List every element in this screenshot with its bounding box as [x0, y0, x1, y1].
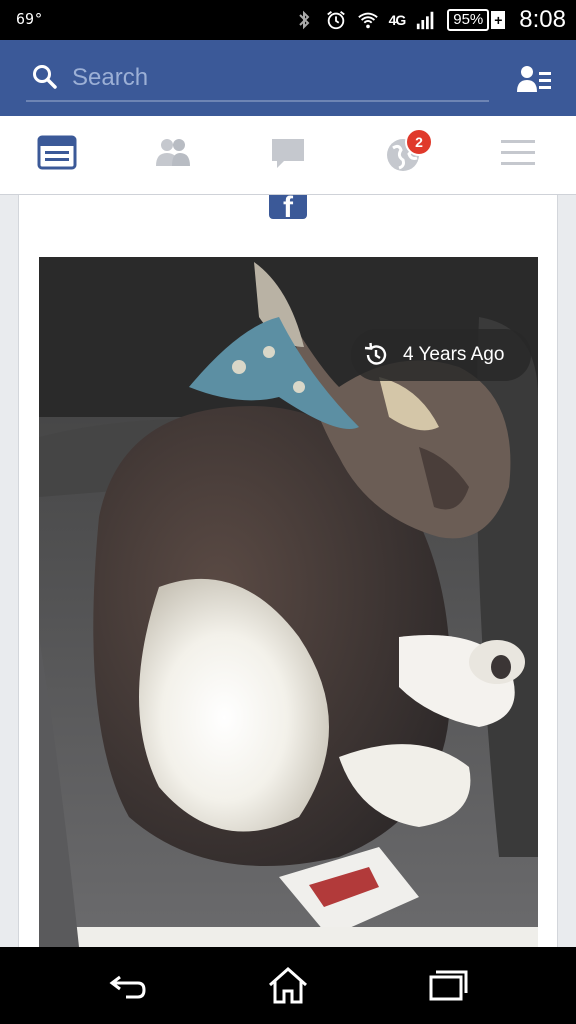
recent-apps-button[interactable] [426, 965, 470, 1005]
tab-more[interactable] [498, 134, 542, 174]
notification-badge: 2 [405, 128, 433, 156]
network-type: 4G [388, 12, 407, 28]
friend-requests-icon[interactable] [516, 64, 552, 94]
memory-label: 4 Years Ago [403, 344, 505, 365]
post-photo[interactable]: 4 Years Ago [39, 257, 538, 947]
chat-icon [272, 139, 304, 168]
memory-timestamp-pill: 4 Years Ago [351, 329, 531, 381]
battery-percent: 95% [447, 9, 490, 31]
back-icon [109, 975, 146, 999]
recent-apps-icon [429, 970, 468, 1001]
charging-indicator: + [491, 11, 506, 29]
friends-icon [156, 139, 190, 166]
search-icon [33, 65, 57, 89]
signal-icon [417, 11, 434, 30]
tab-notifications[interactable]: 2 [383, 128, 433, 174]
clock: 8:08 [519, 6, 566, 33]
memory-post-card: f 4 Years Ago [18, 195, 558, 947]
feed-content: f 4 Years Ago [0, 195, 576, 947]
back-button[interactable] [106, 965, 150, 1005]
news-feed-icon [37, 135, 77, 170]
wifi-icon [357, 12, 378, 29]
top-bar [0, 40, 576, 116]
nav-tabs: 2 [0, 116, 576, 195]
facebook-logo: f [269, 195, 307, 219]
alarm-icon [326, 11, 345, 30]
bluetooth-icon [298, 10, 309, 30]
status-icons: 4G 95% + 8:08 [293, 4, 566, 36]
system-nav-bar [0, 947, 576, 1024]
home-button[interactable] [266, 965, 310, 1005]
battery-icon: 95% + [447, 9, 506, 31]
history-icon [364, 342, 387, 365]
tab-messages[interactable] [268, 134, 312, 174]
search-box[interactable] [26, 54, 489, 102]
search-input[interactable] [70, 60, 474, 96]
tab-news-feed[interactable] [37, 134, 81, 174]
menu-icon [501, 140, 535, 165]
tab-friends[interactable] [152, 134, 196, 174]
temperature-text: 69° [16, 10, 44, 28]
status-bar: 69° 4G 95% + 8:08 [0, 0, 576, 40]
home-icon [269, 966, 307, 1004]
